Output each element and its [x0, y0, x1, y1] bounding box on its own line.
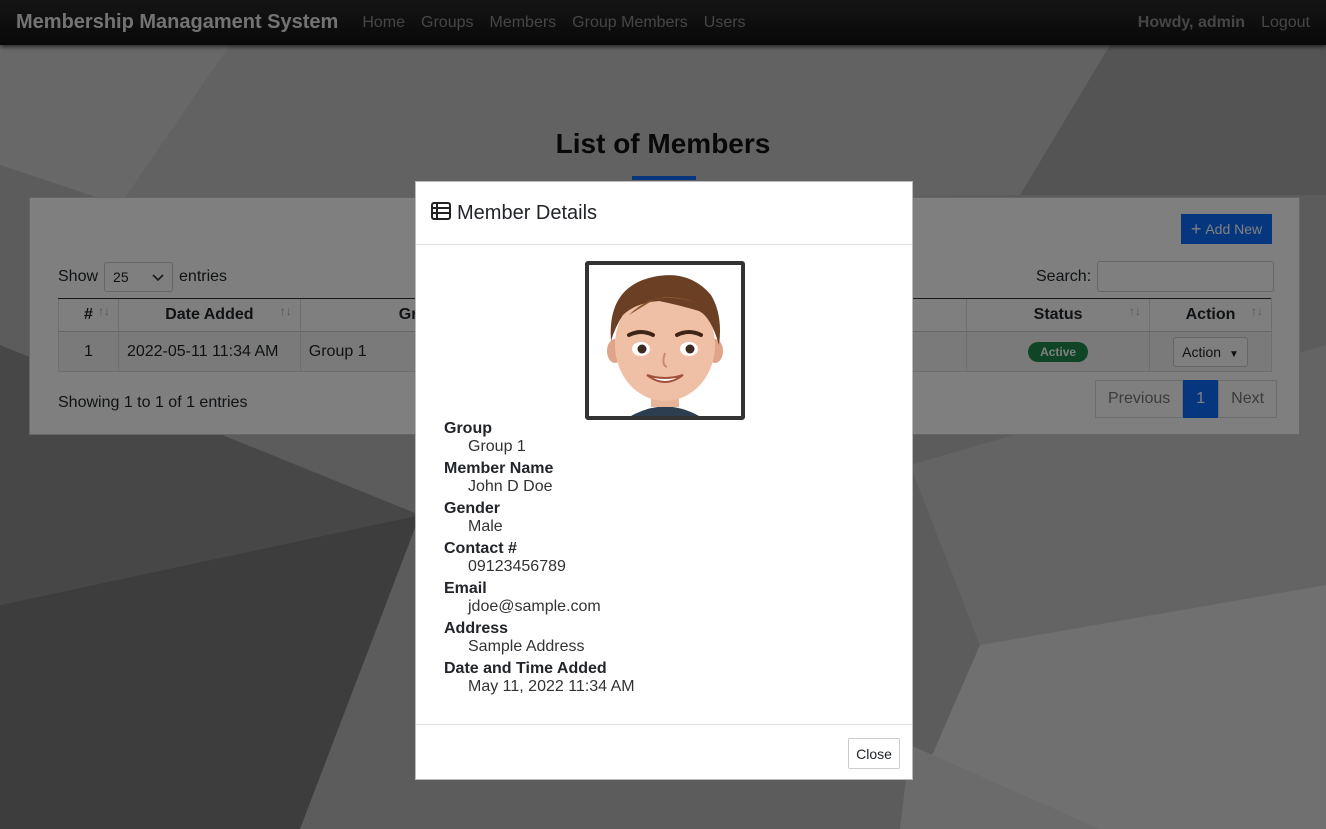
- detail-value-date-added: May 11, 2022 11:34 AM: [468, 678, 635, 695]
- member-details-modal: Member Details Group Group 1 Member Name…: [415, 181, 913, 780]
- detail-label-date-added: Date and Time Added: [444, 660, 607, 677]
- close-button[interactable]: Close: [848, 738, 900, 769]
- member-details: Group Group 1 Member Name John D Doe Gen…: [444, 420, 635, 696]
- detail-label-member-name: Member Name: [444, 460, 554, 477]
- detail-label-address: Address: [444, 620, 509, 637]
- modal-footer: Close: [416, 724, 912, 780]
- detail-label-email: Email: [444, 580, 487, 597]
- modal-header: Member Details: [416, 182, 912, 245]
- detail-value-member-name: John D Doe: [468, 478, 553, 495]
- modal-title: Member Details: [457, 201, 598, 224]
- detail-value-group: Group 1: [468, 438, 526, 455]
- detail-value-gender: Male: [468, 518, 503, 535]
- detail-value-email: jdoe@sample.com: [468, 598, 601, 615]
- detail-value-address: Sample Address: [468, 638, 585, 655]
- table-list-icon: [431, 201, 451, 225]
- detail-value-contact: 09123456789: [468, 558, 566, 575]
- detail-label-contact: Contact #: [444, 540, 517, 557]
- detail-label-gender: Gender: [444, 500, 501, 517]
- detail-label-group: Group: [444, 420, 492, 437]
- member-avatar: [585, 261, 745, 420]
